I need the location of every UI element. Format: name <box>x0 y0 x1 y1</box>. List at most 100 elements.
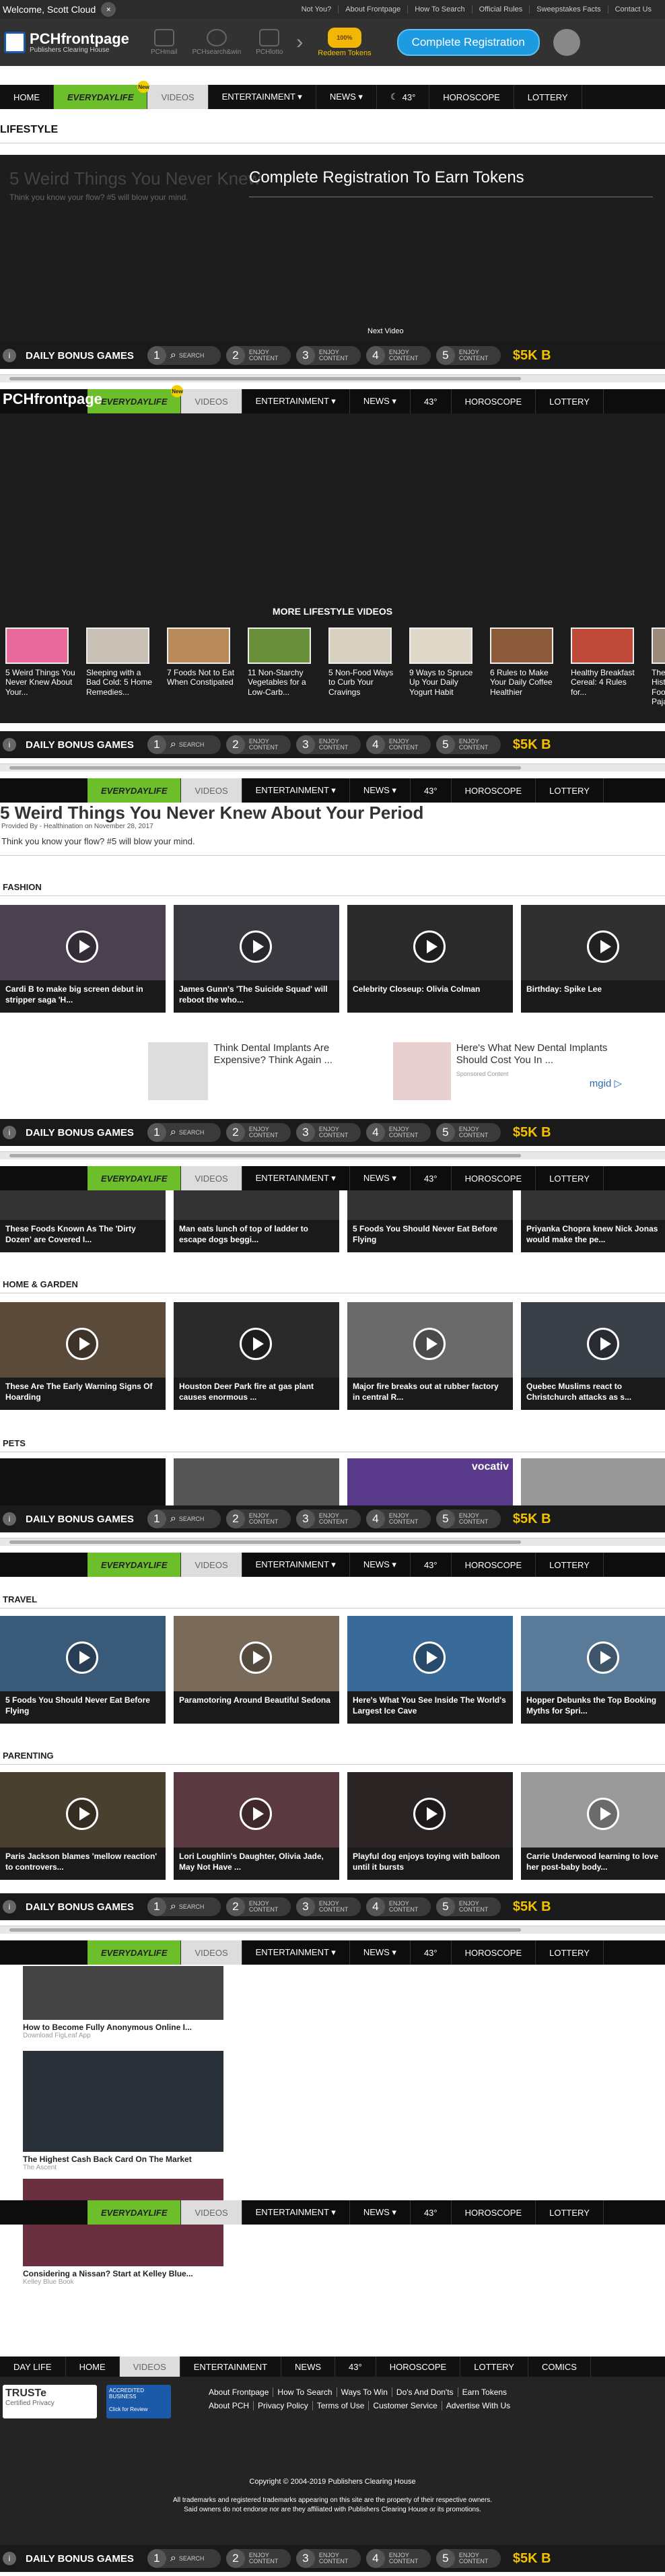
footer-nav-item[interactable]: DAY LIFE <box>0 2357 66 2377</box>
info-icon[interactable]: i <box>3 738 16 751</box>
footer-link[interactable]: Ways To Win <box>341 2387 392 2397</box>
nav-lottery[interactable]: LOTTERY <box>536 389 604 413</box>
video-card[interactable]: James Gunn's 'The Suicide Squad' will re… <box>174 905 339 1013</box>
more-video-item[interactable]: 5 Weird Things You Never Knew About Your… <box>5 628 77 707</box>
bonus-task-4[interactable]: 4 ENJOY CONTENT <box>365 346 431 365</box>
horizontal-scrollbar[interactable] <box>0 764 665 772</box>
video-card[interactable]: Here's What You See Inside The World's L… <box>347 1616 513 1724</box>
nav-videos[interactable]: VIDEOS <box>181 1166 242 1190</box>
bonus-task-2[interactable]: 2 ENJOY CONTENT <box>225 1123 291 1142</box>
pets-card[interactable] <box>174 1458 339 1505</box>
bonus-task-2[interactable]: 2 ENJOY CONTENT <box>225 1510 291 1528</box>
info-icon[interactable]: i <box>3 1126 16 1139</box>
nav-lottery[interactable]: LOTTERY <box>536 1166 604 1190</box>
nav-horoscope[interactable]: HOROSCOPE <box>452 389 536 413</box>
horizontal-scrollbar[interactable] <box>0 1151 665 1159</box>
sponsored-ad[interactable]: Think Dental Implants Are Expensive? Thi… <box>148 1042 377 1100</box>
bonus-task-3[interactable]: 3 ENJOY CONTENT <box>295 2549 361 2568</box>
info-icon[interactable]: i <box>3 1512 16 1526</box>
footer-link[interactable]: Earn Tokens <box>462 2387 512 2397</box>
play-icon[interactable] <box>413 1641 446 1674</box>
info-icon[interactable]: i <box>3 349 16 362</box>
info-icon[interactable]: i <box>3 2552 16 2565</box>
play-icon[interactable] <box>587 1798 619 1830</box>
bonus-task-1[interactable]: 1 ⌕ SEARCH <box>147 346 221 365</box>
bonus-task-2[interactable]: 2 ENJOY CONTENT <box>225 2549 291 2568</box>
sponsored-item[interactable]: Considering a Nissan? Start at Kelley Bl… <box>23 2179 223 2286</box>
bonus-task-1[interactable]: 1 ⌕ SEARCH <box>147 1510 221 1528</box>
nav-videos[interactable]: VIDEOS <box>181 1553 242 1577</box>
nav-entertainment[interactable]: ENTERTAINMENT ▾ <box>242 2200 350 2225</box>
more-video-item[interactable]: 5 Non-Food Ways to Curb Your Cravings <box>328 628 400 707</box>
nav-videos[interactable]: VIDEOS <box>181 2200 242 2225</box>
bonus-task-4[interactable]: 4 ENJOY CONTENT <box>365 1510 431 1528</box>
bonus-task-2[interactable]: 2 ENJOY CONTENT <box>225 1897 291 1916</box>
nav-videos[interactable]: VIDEOS <box>147 85 209 109</box>
nav-entertainment[interactable]: ENTERTAINMENT ▾ <box>242 1553 350 1577</box>
footer-link[interactable]: Terms of Use <box>317 2401 370 2410</box>
bonus-task-3[interactable]: 3 ENJOY CONTENT <box>295 735 361 754</box>
nav-weather[interactable]: 43° <box>411 1166 452 1190</box>
nav-entertainment[interactable]: ENTERTAINMENT ▾ <box>242 1166 350 1190</box>
nav-everydaylife[interactable]: EVERYDAYLIFE New <box>54 81 150 109</box>
scrollbar-thumb[interactable] <box>9 1154 521 1157</box>
horizontal-scrollbar[interactable] <box>0 1538 665 1546</box>
nav-weather[interactable]: 43° <box>411 1553 452 1577</box>
nav-entertainment[interactable]: ENTERTAINMENT ▾ <box>242 778 350 803</box>
nav-news[interactable]: NEWS ▾ <box>350 1940 411 1965</box>
bonus-task-2[interactable]: 2 ENJOY CONTENT <box>225 735 291 754</box>
nav-everydaylife[interactable]: EVERYDAYLIFE <box>88 2200 182 2225</box>
avatar[interactable] <box>553 29 580 56</box>
redeem-tokens[interactable]: 100% Redeem Tokens <box>318 28 372 57</box>
nav-news[interactable]: NEWS ▾ <box>350 1166 411 1190</box>
top-link[interactable]: Not You? <box>302 5 339 13</box>
sponsored-item[interactable]: The Highest Cash Back Card On The Market… <box>23 2051 223 2171</box>
play-icon[interactable] <box>413 1798 446 1830</box>
bonus-task-1[interactable]: 1 ⌕ SEARCH <box>147 1123 221 1142</box>
more-video-item[interactable]: Healthy Breakfast Cereal: 4 Rules for... <box>571 628 642 707</box>
video-card[interactable]: These Are The Early Warning Signs Of Hoa… <box>0 1302 166 1410</box>
play-icon[interactable] <box>240 1328 272 1360</box>
play-icon[interactable] <box>66 1328 98 1360</box>
footer-link[interactable]: About PCH <box>209 2401 254 2410</box>
nav-weather[interactable]: 43° <box>411 1940 452 1965</box>
nav-everydaylife[interactable]: EVERYDAYLIFE <box>88 1553 182 1577</box>
video-card[interactable]: Hopper Debunks the Top Booking Myths for… <box>521 1616 665 1724</box>
video-card[interactable]: 5 Foods You Should Never Eat Before Flyi… <box>347 1190 513 1252</box>
video-card[interactable]: Houston Deer Park fire at gas plant caus… <box>174 1302 339 1410</box>
next-video-label[interactable]: Next Video <box>368 327 404 335</box>
nav-lottery[interactable]: LOTTERY <box>536 778 604 803</box>
footer-link[interactable]: Advertise With Us <box>446 2401 514 2410</box>
play-icon[interactable] <box>240 1798 272 1830</box>
video-card[interactable]: Birthday: Spike Lee <box>521 905 665 1013</box>
footer-nav-item[interactable]: NEWS <box>281 2357 336 2377</box>
bonus-task-5[interactable]: 5 ENJOY CONTENT <box>435 1897 501 1916</box>
sponsored-item[interactable]: How to Become Fully Anonymous Online I..… <box>23 1966 223 2039</box>
play-icon[interactable] <box>240 930 272 963</box>
footer-link[interactable]: Do's And Don'ts <box>396 2387 458 2397</box>
video-card[interactable]: Cardi B to make big screen debut in stri… <box>0 905 166 1013</box>
scrollbar-thumb[interactable] <box>9 766 521 770</box>
bonus-task-1[interactable]: 1 ⌕ SEARCH <box>147 735 221 754</box>
bonus-task-4[interactable]: 4 ENJOY CONTENT <box>365 735 431 754</box>
play-icon[interactable] <box>66 1641 98 1674</box>
scrollbar-thumb[interactable] <box>9 377 521 380</box>
play-icon[interactable] <box>240 1641 272 1674</box>
more-video-item[interactable]: 9 Ways to Spruce Up Your Daily Yogurt Ha… <box>409 628 481 707</box>
nav-weather[interactable]: 43° <box>411 389 452 413</box>
video-player[interactable]: 5 Weird Things You Never Knew Think you … <box>0 155 665 343</box>
video-card[interactable]: Priyanka Chopra knew Nick Jonas would ma… <box>521 1190 665 1252</box>
nav-entertainment[interactable]: ENTERTAINMENT ▾ <box>242 389 350 413</box>
nav-home[interactable]: HOME <box>0 85 54 109</box>
nav-news[interactable]: NEWS ▾ <box>350 389 411 413</box>
registration-overlay[interactable]: Complete Registration To Earn Tokens <box>249 168 524 187</box>
bonus-task-5[interactable]: 5 ENJOY CONTENT <box>435 735 501 754</box>
video-card[interactable]: Lori Loughlin's Daughter, Olivia Jade, M… <box>174 1772 339 1880</box>
play-icon[interactable] <box>413 1328 446 1360</box>
footer-nav-item[interactable]: HOROSCOPE <box>376 2357 461 2377</box>
video-card[interactable]: Carrie Underwood learning to love her po… <box>521 1772 665 1880</box>
nav-weather[interactable]: ☾ 43° <box>377 85 430 109</box>
bonus-task-4[interactable]: 4 ENJOY CONTENT <box>365 2549 431 2568</box>
nav-news[interactable]: NEWS ▾ <box>350 2200 411 2225</box>
nav-videos[interactable]: VIDEOS <box>181 1940 242 1965</box>
